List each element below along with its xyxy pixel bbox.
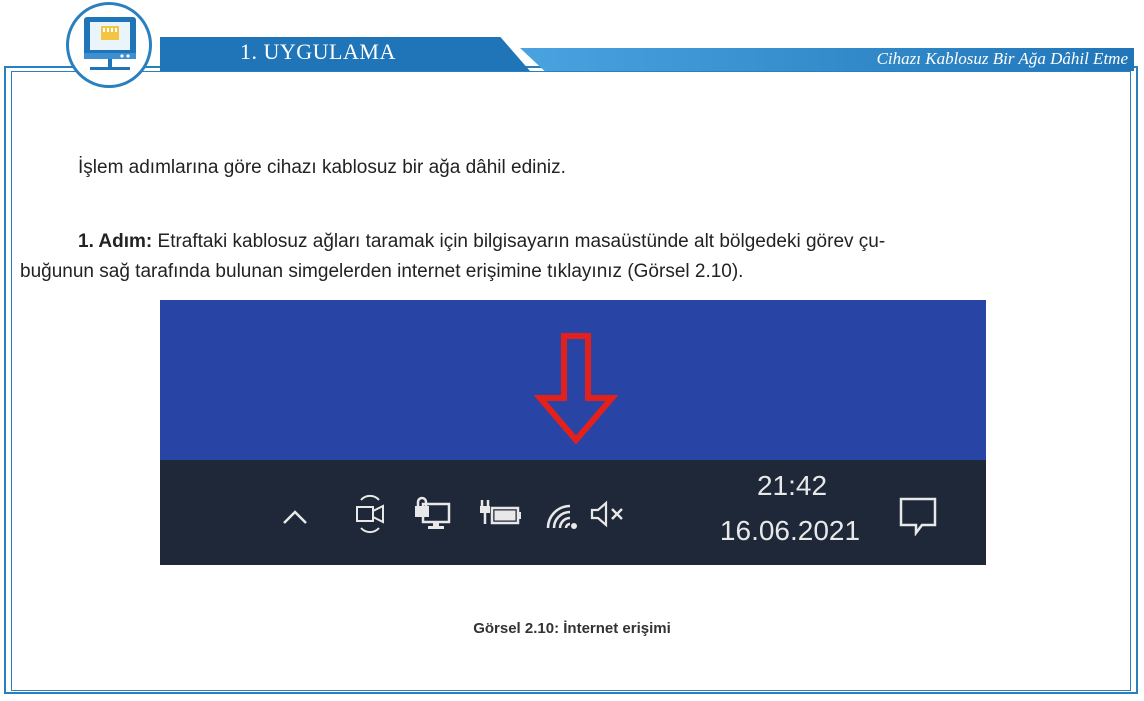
clock-time[interactable]: 21:42	[712, 470, 872, 502]
red-down-arrow-icon	[534, 333, 618, 445]
notification-icon[interactable]	[898, 496, 938, 536]
header-subtitle: Cihazı Kablosuz Bir Ağa Dâhil Etme	[876, 49, 1128, 68]
intro-text: İşlem adımlarına göre cihazı kablosuz bi…	[78, 157, 566, 178]
header-badge	[66, 2, 152, 88]
chevron-up-icon[interactable]	[282, 508, 308, 526]
clock-date[interactable]: 16.06.2021	[690, 515, 890, 547]
step-1-text-line1: Etraftaki kablosuz ağları taramak için b…	[152, 231, 886, 252]
taskbar-screenshot: 21:42 16.06.2021	[160, 300, 986, 565]
taskbar: 21:42 16.06.2021	[160, 460, 986, 565]
step-1-label: 1. Adım:	[78, 231, 153, 252]
figure-caption: Görsel 2.10: İnternet erişimi	[473, 620, 671, 637]
wifi-icon[interactable]	[544, 500, 580, 530]
camera-icon[interactable]	[353, 492, 387, 536]
network-lock-icon[interactable]	[413, 496, 453, 530]
battery-plug-icon[interactable]	[478, 498, 522, 528]
volume-mute-icon[interactable]	[590, 500, 626, 528]
network-computer-icon	[84, 17, 136, 70]
step-1-text-line2: buğunun sağ tarafında bulunan simgelerde…	[20, 261, 744, 282]
header-title: 1. UYGULAMA	[240, 39, 396, 64]
step-1-paragraph: 1. Adım: Etraftaki kablosuz ağları taram…	[20, 227, 1120, 287]
